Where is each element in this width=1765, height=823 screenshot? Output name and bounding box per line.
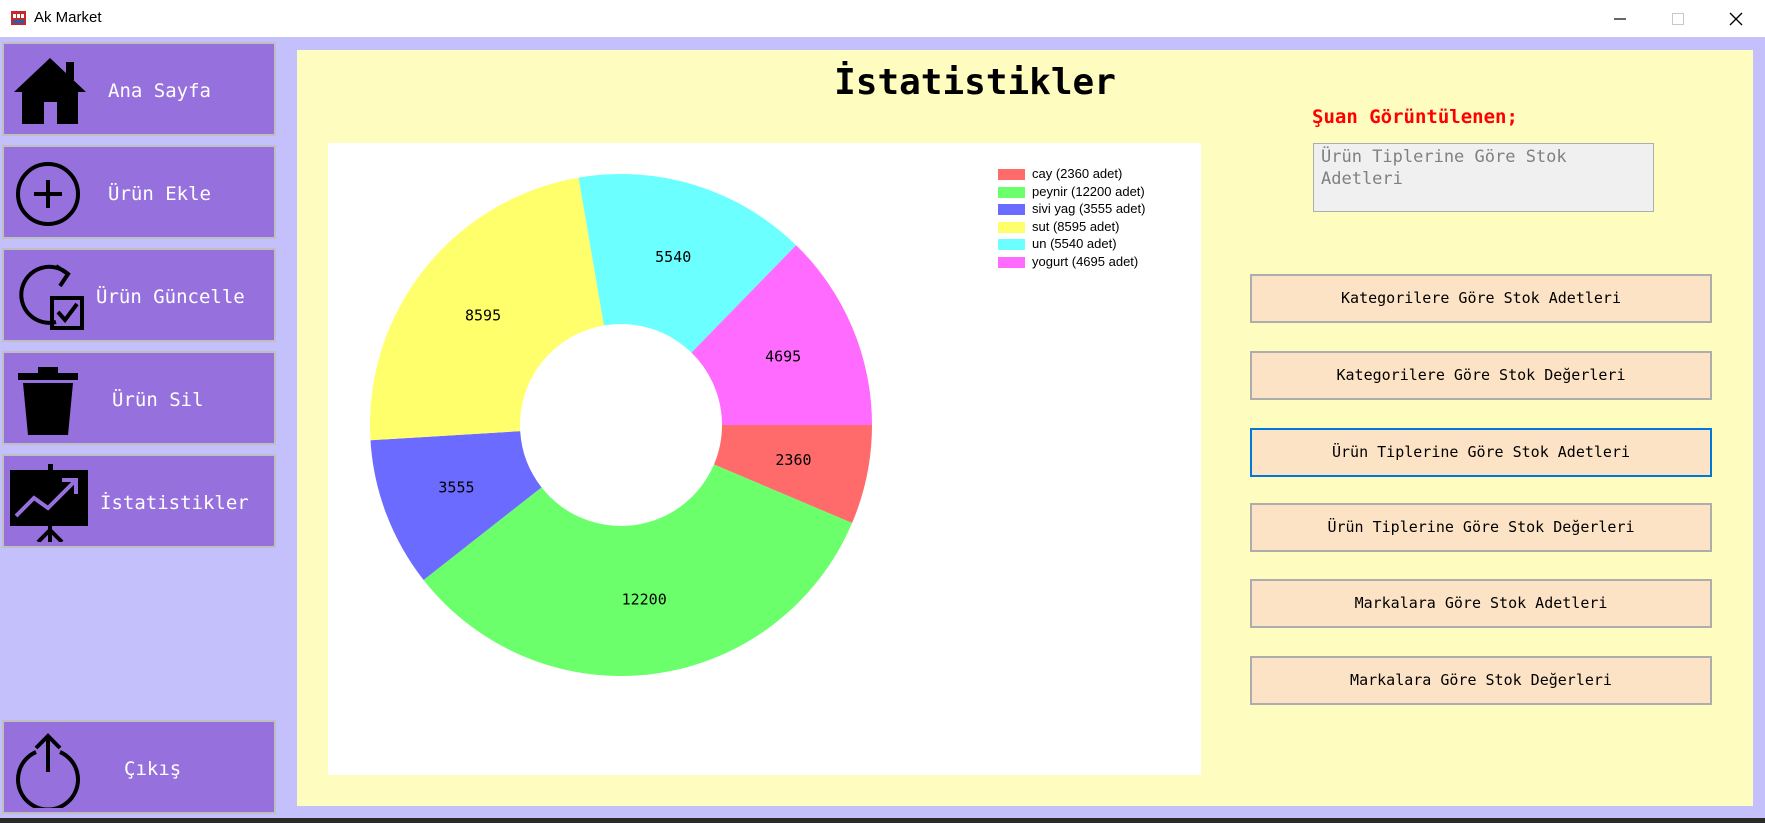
slice-value-label: 12200 [622,590,667,608]
sidebar: Ana Sayfa Ürün Ekle Ürün Güncelle Ürün S… [0,37,290,823]
legend-label: yogurt (4695 adet) [1032,253,1139,269]
page-title: İstatistikler [834,62,1116,103]
window-title: Ak Market [34,9,102,26]
presentation-chart-icon [10,464,88,542]
legend-swatch [998,239,1025,250]
slice-value-label: 3555 [438,479,474,497]
sidebar-item-label: Ürün Ekle [108,183,211,205]
sidebar-item-label: Ürün Güncelle [96,286,245,308]
app-icon [11,11,26,25]
minimize-icon [1614,18,1626,20]
power-icon [16,733,80,808]
current-view-field: Ürün Tiplerine Göre Stok Adetleri [1313,143,1654,212]
title-bar: Ak Market [0,0,1765,37]
legend-label: peynir (12200 adet) [1032,183,1145,199]
maximize-button[interactable] [1649,0,1707,37]
update-check-icon [19,264,84,330]
trash-icon [18,367,78,435]
kategori-stok-adet-button[interactable]: Kategorilere Göre Stok Adetleri [1250,274,1712,323]
maximize-icon [1672,13,1684,25]
sidebar-item-label: Ürün Sil [112,389,204,411]
sidebar-item-urun-guncelle[interactable]: Ürün Güncelle [2,248,276,342]
legend-swatch [998,221,1025,233]
legend-swatch [998,204,1025,215]
slice-value-label: 8595 [465,307,501,325]
exit-label: Çıkış [124,758,182,780]
sidebar-item-urun-ekle[interactable]: Ürün Ekle [2,145,276,239]
urun-tip-stok-deger-button[interactable]: Ürün Tiplerine Göre Stok Değerleri [1250,503,1712,552]
plus-circle-icon [16,162,80,226]
main-panel: İstatistikler 2360 12200 3555 8595 5540 4695 … [297,50,1753,806]
legend-label: sut (8595 adet) [1032,218,1120,234]
legend-swatch [998,169,1025,180]
minimize-button[interactable] [1591,0,1649,37]
home-icon [14,58,86,124]
slice-value-label: 4695 [765,348,801,366]
marka-stok-deger-button[interactable]: Markalara Göre Stok Değerleri [1250,656,1712,705]
chart-panel: 2360 12200 3555 8595 5540 4695 cay (2360 adet… [328,143,1201,775]
urun-tip-stok-adet-button[interactable]: Ürün Tiplerine Göre Stok Adetleri [1250,428,1712,477]
sidebar-item-istatistikler[interactable]: İstatistikler [2,454,276,548]
legend-label: sivi yag (3555 adet) [1032,201,1146,216]
legend-label: un (5540 adet) [1032,236,1117,251]
close-icon [1729,12,1743,26]
slice-value-label: 2360 [775,451,811,469]
marka-stok-adet-button[interactable]: Markalara Göre Stok Adetleri [1250,579,1712,628]
chart-legend: cay (2360 adet) peynir (12200 adet) sivi y… [998,166,1198,276]
sidebar-item-urun-sil[interactable]: Ürün Sil [2,351,276,445]
legend-swatch [998,256,1025,268]
close-button[interactable] [1707,0,1765,37]
legend-label: cay (2360 adet) [1032,166,1123,181]
slice-value-label: 5540 [655,248,691,266]
kategori-stok-deger-button[interactable]: Kategorilere Göre Stok Değerleri [1250,351,1712,400]
sidebar-item-label: İstatistikler [100,492,249,514]
legend-swatch [998,186,1025,198]
sidebar-item-ana-sayfa[interactable]: Ana Sayfa [2,42,276,136]
exit-button[interactable]: Çıkış [2,720,276,814]
taskbar-edge [0,818,1765,823]
sidebar-item-label: Ana Sayfa [108,80,211,102]
current-view-label: Şuan Görüntülenen; [1312,106,1518,128]
